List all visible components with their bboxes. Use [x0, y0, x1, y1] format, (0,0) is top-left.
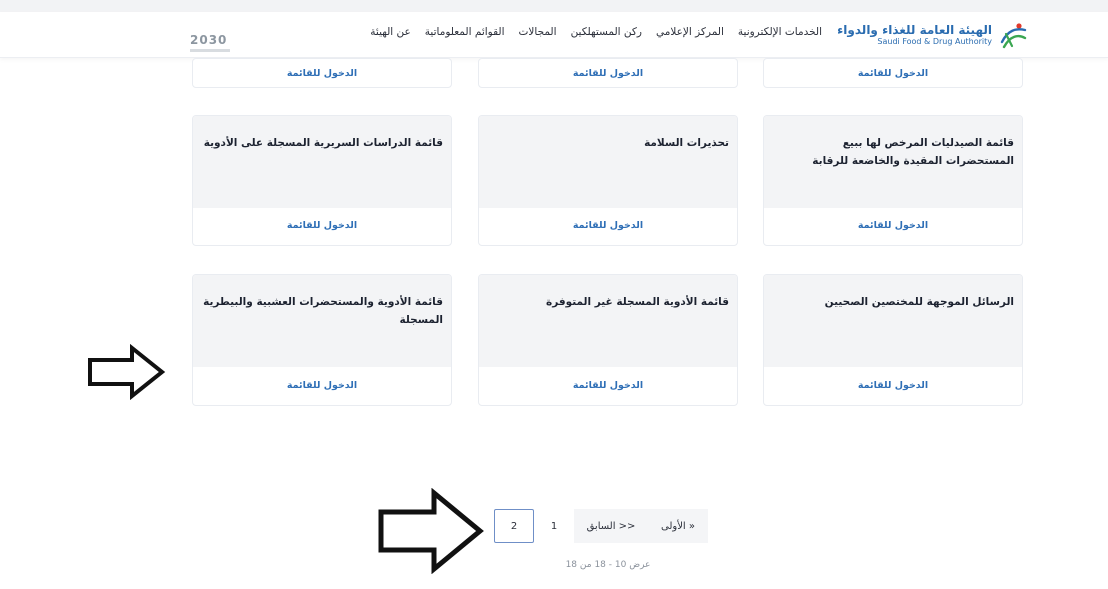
card-title: قائمة الصيدليات المرخص لها ببيع المستحضر… — [812, 137, 1014, 167]
results-count: عرض 10 - 18 من 18 — [565, 560, 651, 570]
sfda-logo[interactable]: الهيئة العامة للغذاء والدواء Saudi Food … — [837, 18, 1028, 52]
list-card: قائمة الدراسات السريرية المسجلة على الأد… — [192, 115, 452, 246]
enter-list-link[interactable]: الدخول للقائمة — [573, 380, 643, 391]
site-header: الهيئة العامة للغذاء والدواء Saudi Food … — [0, 12, 1108, 58]
annotation-arrow-icon — [88, 344, 166, 400]
enter-list-link[interactable]: الدخول للقائمة — [858, 68, 928, 79]
list-card: تحذيرات السلامة الدخول للقائمة — [478, 115, 738, 246]
enter-list-link[interactable]: الدخول للقائمة — [287, 380, 357, 391]
nav-eservices[interactable]: الخدمات الإلكترونية — [738, 26, 822, 38]
enter-list-link[interactable]: الدخول للقائمة — [858, 220, 928, 231]
nav-about[interactable]: عن الهيئة — [370, 26, 411, 38]
vision-2030-subline — [190, 49, 230, 52]
nav-media-center[interactable]: المركز الإعلامي — [656, 26, 724, 38]
page-1-button[interactable]: 1 — [534, 509, 574, 543]
list-card: قائمة الأدوية المسجلة غير المتوفرة الدخو… — [478, 274, 738, 406]
browser-top-strip — [0, 0, 1108, 12]
card-title: قائمة الأدوية والمستحضرات العشبية والبيط… — [203, 296, 443, 326]
logo-text: الهيئة العامة للغذاء والدواء Saudi Food … — [837, 23, 992, 47]
vision-2030-text: 2030 — [190, 33, 228, 47]
vision-2030-logo: 2030 — [190, 34, 234, 56]
list-card: الدخول للقائمة — [192, 58, 452, 88]
nav-fields[interactable]: المجالات — [519, 26, 557, 38]
enter-list-link[interactable]: الدخول للقائمة — [287, 68, 357, 79]
card-title: قائمة الدراسات السريرية المسجلة على الأد… — [203, 137, 443, 149]
enter-list-link[interactable]: الدخول للقائمة — [573, 68, 643, 79]
card-title: الرسائل الموجهة للمختصين الصحيين — [824, 296, 1014, 308]
card-title: تحذيرات السلامة — [644, 137, 729, 149]
list-card: قائمة الصيدليات المرخص لها ببيع المستحضر… — [763, 115, 1023, 246]
list-card: الدخول للقائمة — [763, 58, 1023, 88]
card-title: قائمة الأدوية المسجلة غير المتوفرة — [546, 296, 729, 308]
logo-arabic: الهيئة العامة للغذاء والدواء — [837, 23, 992, 37]
enter-list-link[interactable]: الدخول للقائمة — [573, 220, 643, 231]
previous-page-button[interactable]: << السابق — [574, 509, 648, 543]
nav-consumers[interactable]: ركن المستهلكين — [571, 26, 642, 38]
annotation-arrow-icon — [378, 488, 484, 574]
pagination: 2 1 << السابق « الأولى — [494, 509, 708, 543]
first-page-button[interactable]: « الأولى — [648, 509, 708, 543]
enter-list-link[interactable]: الدخول للقائمة — [858, 380, 928, 391]
logo-english: Saudi Food & Drug Authority — [877, 37, 992, 46]
list-card: الدخول للقائمة — [478, 58, 738, 88]
list-card: قائمة الأدوية والمستحضرات العشبية والبيط… — [192, 274, 452, 406]
main-nav: عن الهيئة القوائم المعلوماتية المجالات ر… — [370, 26, 822, 38]
sfda-logo-icon — [1000, 23, 1027, 49]
list-card: الرسائل الموجهة للمختصين الصحيين الدخول … — [763, 274, 1023, 406]
nav-lists[interactable]: القوائم المعلوماتية — [425, 26, 505, 38]
enter-list-link[interactable]: الدخول للقائمة — [287, 220, 357, 231]
page-2-button[interactable]: 2 — [494, 509, 534, 543]
